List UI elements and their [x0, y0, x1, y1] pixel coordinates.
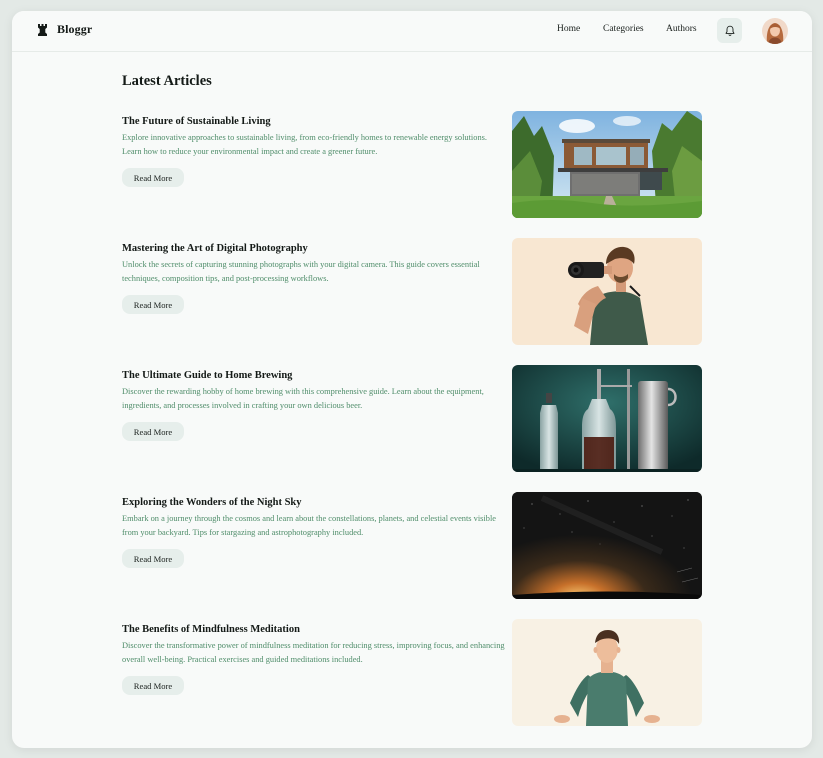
article-title[interactable]: The Future of Sustainable Living	[122, 116, 271, 127]
article-image-house[interactable]	[512, 111, 702, 218]
top-header: Bloggr Home Categories Authors	[12, 11, 812, 52]
read-more-button[interactable]: Read More	[122, 422, 184, 441]
article-image-brewing[interactable]	[512, 365, 702, 472]
read-more-button[interactable]: Read More	[122, 676, 184, 695]
article-description: Discover the rewarding hobby of home bre…	[122, 387, 484, 410]
article-description: Discover the transformative power of min…	[122, 641, 505, 664]
article-card: The Benefits of Mindfulness Meditation D…	[122, 619, 704, 732]
section-title: Latest Articles	[122, 73, 212, 89]
avatar-image	[762, 18, 788, 44]
read-more-button[interactable]: Read More	[122, 168, 184, 187]
nav-categories[interactable]: Categories	[603, 24, 644, 34]
article-title[interactable]: Mastering the Art of Digital Photography	[122, 243, 308, 254]
article-card: The Future of Sustainable Living Explore…	[122, 111, 704, 224]
nav-authors[interactable]: Authors	[666, 24, 697, 34]
article-image-night-sky[interactable]	[512, 492, 702, 599]
article-title[interactable]: The Benefits of Mindfulness Meditation	[122, 624, 300, 635]
article-card: Exploring the Wonders of the Night Sky E…	[122, 492, 704, 605]
bell-icon	[725, 25, 734, 36]
meditating-man-image	[512, 619, 702, 726]
app-window: Bloggr Home Categories Authors Latest Ar…	[12, 11, 812, 748]
night-sky-image	[512, 492, 702, 599]
user-avatar[interactable]	[762, 18, 788, 44]
notifications-button[interactable]	[717, 18, 742, 43]
modern-house-image	[512, 111, 702, 218]
article-title[interactable]: The Ultimate Guide to Home Brewing	[122, 370, 292, 381]
article-description: Explore innovative approaches to sustain…	[122, 133, 487, 156]
read-more-button[interactable]: Read More	[122, 549, 184, 568]
article-card: Mastering the Art of Digital Photography…	[122, 238, 704, 351]
main-nav: Home Categories Authors	[12, 24, 812, 38]
photographer-image	[512, 238, 702, 345]
article-card: The Ultimate Guide to Home Brewing Disco…	[122, 365, 704, 478]
article-image-photographer[interactable]	[512, 238, 702, 345]
article-description: Unlock the secrets of capturing stunning…	[122, 260, 480, 283]
brewing-equipment-image	[512, 365, 702, 472]
article-title[interactable]: Exploring the Wonders of the Night Sky	[122, 497, 302, 508]
article-description: Embark on a journey through the cosmos a…	[122, 514, 496, 537]
nav-home[interactable]: Home	[557, 24, 580, 34]
article-image-meditation[interactable]	[512, 619, 702, 726]
read-more-button[interactable]: Read More	[122, 295, 184, 314]
